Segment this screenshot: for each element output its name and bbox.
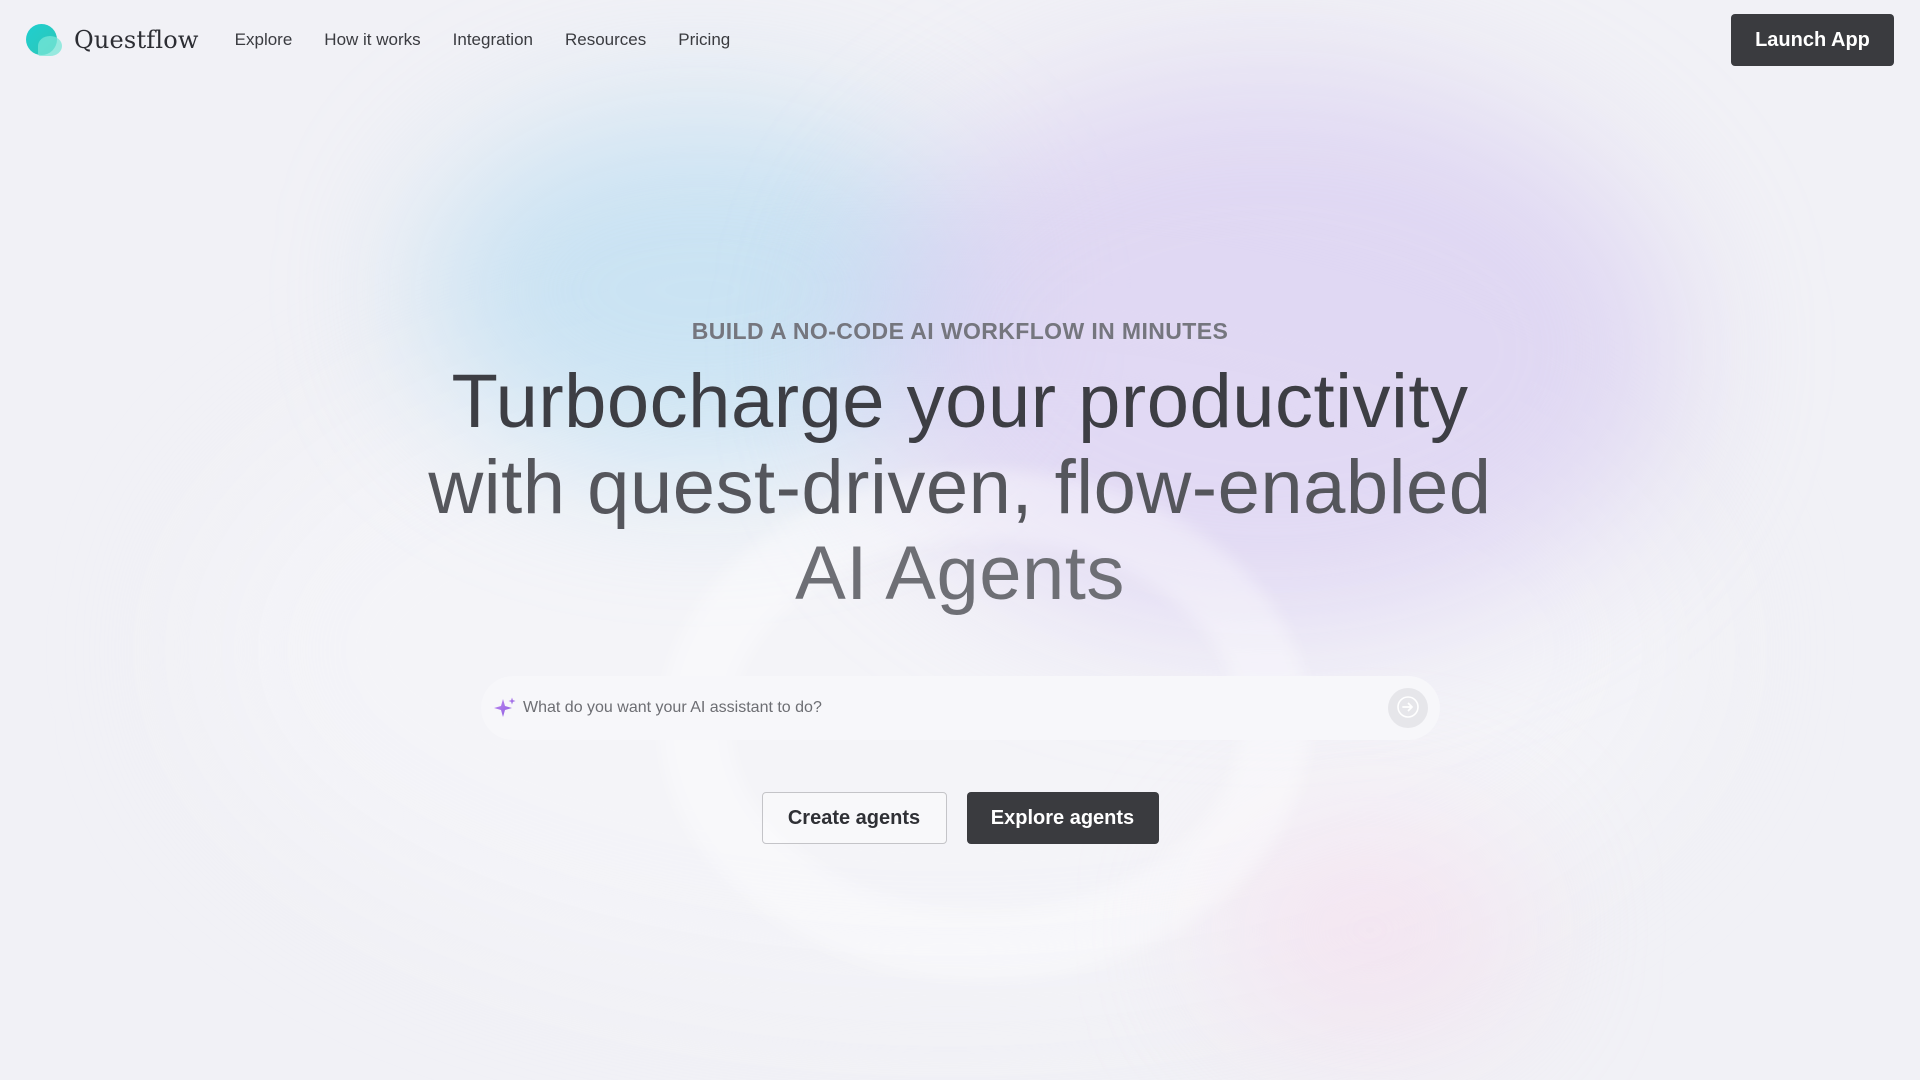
nav-item-pricing[interactable]: Pricing — [678, 30, 730, 50]
questflow-logo-icon — [26, 24, 62, 56]
prompt-input[interactable] — [523, 699, 1388, 717]
site-header: Questflow Explore How it works Integrati… — [0, 0, 1920, 80]
main-nav: Explore How it works Integration Resourc… — [235, 30, 731, 50]
cta-group: Create agents Explore agents — [0, 792, 1920, 844]
headline-line-3: AI Agents — [795, 531, 1125, 616]
hero-eyebrow: BUILD A NO-CODE AI WORKFLOW IN MINUTES — [691, 318, 1229, 344]
nav-item-integration[interactable]: Integration — [453, 30, 533, 50]
nav-item-how-it-works[interactable]: How it works — [324, 30, 420, 50]
nav-item-resources[interactable]: Resources — [565, 30, 646, 50]
headline-line-1: Turbocharge your productivity — [451, 359, 1469, 444]
launch-app-button[interactable]: Launch App — [1731, 14, 1894, 66]
prompt-search-bar — [481, 676, 1440, 740]
create-agents-button[interactable]: Create agents — [761, 792, 947, 844]
explore-agents-button[interactable]: Explore agents — [966, 792, 1159, 844]
logo-link[interactable]: Questflow — [26, 24, 199, 56]
logo-text: Questflow — [74, 26, 199, 54]
nav-item-explore[interactable]: Explore — [235, 30, 293, 50]
hero-section: BUILD A NO-CODE AI WORKFLOW IN MINUTES T… — [0, 318, 1920, 617]
headline-line-2: with quest-driven, flow-enabled — [428, 445, 1492, 530]
hero-headline: Turbocharge your productivity with quest… — [0, 359, 1920, 617]
sparkle-icon — [493, 696, 517, 720]
arrow-right-icon — [1397, 695, 1419, 721]
send-prompt-button[interactable] — [1388, 688, 1428, 728]
